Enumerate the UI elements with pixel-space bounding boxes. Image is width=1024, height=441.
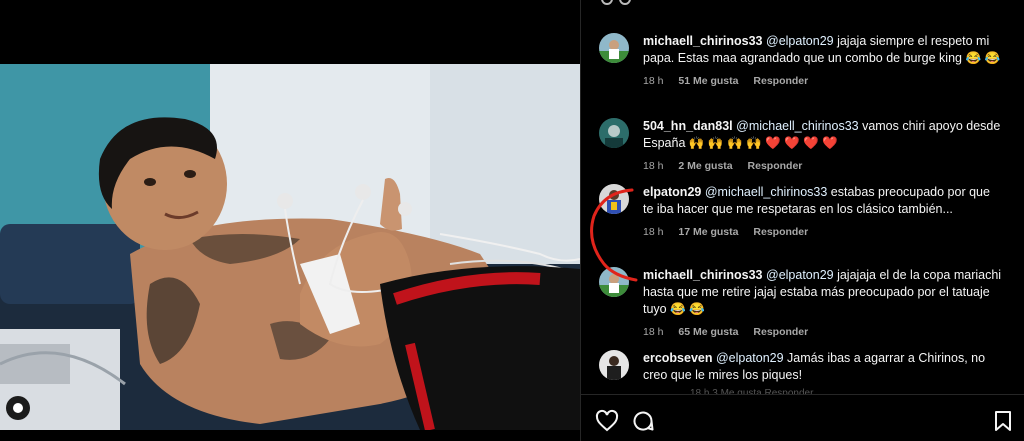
- comment-item: 504_hn_dan83l @michaell_chirinos33 vamos…: [599, 118, 1003, 172]
- annotation-arc: [590, 188, 638, 282]
- comment-mention[interactable]: @michaell_chirinos33: [705, 185, 827, 199]
- comment-emoji: 😂 😂: [670, 302, 705, 316]
- comment-likes[interactable]: 65 Me gusta: [678, 326, 738, 338]
- comment-time: 18 h: [643, 75, 664, 87]
- reply-button[interactable]: Responder: [753, 226, 808, 238]
- post-photo[interactable]: [0, 64, 580, 430]
- comment-time: 18 h: [643, 326, 664, 338]
- comment-likes[interactable]: 17 Me gusta: [678, 226, 738, 238]
- reply-button[interactable]: Responder: [748, 160, 803, 172]
- comment-item: michaell_chirinos33 @elpaton29 jajajaja …: [599, 267, 1003, 338]
- comment-username[interactable]: michaell_chirinos33: [643, 268, 763, 282]
- comment-mention[interactable]: @elpaton29: [716, 351, 784, 365]
- comment-likes[interactable]: 51 Me gusta: [678, 75, 738, 87]
- comment-item: ercobseven @elpaton29 Jamás ibas a agarr…: [599, 350, 1003, 384]
- comment-emoji: 🙌 🙌 🙌 🙌 ❤️ ❤️ ❤️ ❤️: [688, 136, 838, 150]
- comment-item: michaell_chirinos33 @elpaton29 jajaja si…: [599, 33, 1003, 87]
- bookmark-icon[interactable]: [991, 409, 1015, 433]
- comment-time: 18 h: [643, 226, 664, 238]
- comment-time: 18 h: [643, 160, 664, 172]
- avatar[interactable]: [599, 350, 629, 380]
- comment-username[interactable]: ercobseven: [643, 351, 712, 365]
- comment-mention[interactable]: @elpaton29: [766, 34, 834, 48]
- comment-item: elpaton29 @michaell_chirinos33 estabas p…: [599, 184, 1003, 238]
- comment-username[interactable]: 504_hn_dan83l: [643, 119, 733, 133]
- avatar[interactable]: [599, 118, 629, 148]
- comment-icon[interactable]: [631, 409, 655, 433]
- reply-button[interactable]: Responder: [753, 75, 808, 87]
- avatar[interactable]: [599, 33, 629, 63]
- comment-likes[interactable]: 2 Me gusta: [678, 160, 732, 172]
- comment-username[interactable]: michaell_chirinos33: [643, 34, 763, 48]
- heart-icon[interactable]: [595, 409, 619, 433]
- post-media: [0, 0, 580, 441]
- comments-panel: michaell_chirinos33 @elpaton29 jajaja si…: [581, 0, 1024, 441]
- reply-button[interactable]: Responder: [753, 326, 808, 338]
- comment-mention[interactable]: @elpaton29: [766, 268, 834, 282]
- action-bar: [581, 394, 1024, 441]
- user-icon[interactable]: [6, 396, 30, 420]
- comment-username[interactable]: elpaton29: [643, 185, 701, 199]
- header-cut-off: [601, 0, 801, 5]
- comment-emoji: 😂 😂: [965, 51, 1001, 65]
- comment-mention[interactable]: @michaell_chirinos33: [736, 119, 858, 133]
